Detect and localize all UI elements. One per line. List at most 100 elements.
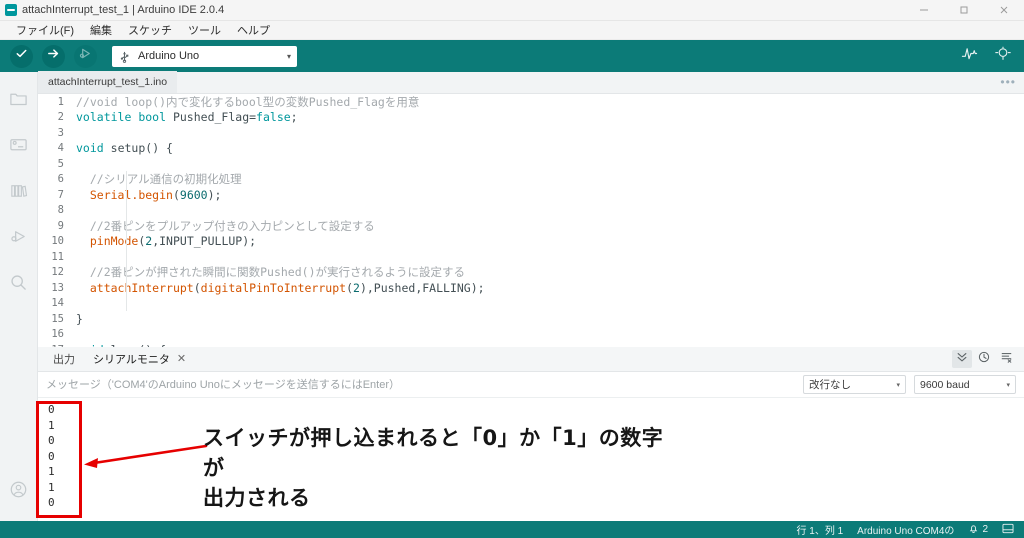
console-line: 0 bbox=[48, 449, 55, 463]
line-ending-select[interactable]: 改行なし ▾ bbox=[803, 375, 906, 394]
sidebar-item-boards-manager[interactable] bbox=[0, 124, 38, 170]
sidebar-item-search[interactable] bbox=[0, 262, 38, 308]
indent-guide bbox=[126, 171, 127, 311]
code-line: 8 bbox=[38, 203, 1024, 219]
tab-serial-monitor-label: シリアルモニタ bbox=[93, 354, 170, 366]
main-toolbar: Arduino Uno ▾ bbox=[0, 40, 1024, 72]
clear-output-button[interactable] bbox=[996, 350, 1016, 368]
code-line: 14 bbox=[38, 296, 1024, 312]
title-bar: attachInterrupt_test_1 | Arduino IDE 2.0… bbox=[0, 0, 1024, 21]
usb-icon bbox=[118, 50, 131, 63]
line-number: 14 bbox=[51, 297, 64, 310]
sidebar-item-account[interactable] bbox=[0, 469, 38, 515]
line-number: 4 bbox=[57, 142, 64, 155]
menu-help[interactable]: ヘルプ bbox=[229, 22, 278, 38]
upload-button[interactable] bbox=[42, 44, 65, 68]
panel-toggle-button[interactable] bbox=[1002, 523, 1014, 537]
serial-plotter-icon[interactable] bbox=[961, 45, 978, 67]
menu-sketch[interactable]: スケッチ bbox=[120, 22, 180, 38]
line-ending-value: 改行なし bbox=[809, 379, 851, 391]
timestamp-button[interactable] bbox=[974, 350, 994, 368]
code-line: 3 bbox=[38, 125, 1024, 141]
sketchbook-folder-icon bbox=[9, 89, 28, 113]
sidebar-item-library-manager[interactable] bbox=[0, 170, 38, 216]
notifications-button[interactable]: 2 bbox=[968, 523, 988, 537]
tab-output-label: 出力 bbox=[53, 354, 75, 366]
tab-serial-monitor[interactable]: シリアルモニタ ✕ bbox=[84, 351, 195, 367]
code-line: 5 bbox=[38, 156, 1024, 172]
menu-tools[interactable]: ツール bbox=[180, 22, 229, 38]
code-text: //void loop()内で変化するbool型の変数Pushed_Flagを用… bbox=[76, 94, 420, 109]
debug-icon bbox=[78, 46, 93, 66]
activity-bar bbox=[0, 72, 38, 521]
code-line: 7 Serial.begin(9600); bbox=[38, 187, 1024, 203]
window-controls bbox=[904, 0, 1024, 21]
line-number: 5 bbox=[57, 157, 64, 170]
arrow-right-icon bbox=[46, 46, 61, 66]
maximize-icon[interactable] bbox=[944, 0, 984, 21]
code-line: 11 bbox=[38, 249, 1024, 265]
status-bar: 行 1、列 1 Arduino Uno COM4の 2 bbox=[0, 521, 1024, 538]
line-number: 11 bbox=[51, 250, 64, 263]
clear-output-icon bbox=[1000, 350, 1013, 368]
code-line: 1 //void loop()内で変化するbool型の変数Pushed_Flagを… bbox=[38, 94, 1024, 110]
editor-area: attachInterrupt_test_1.ino ••• 1 //void l… bbox=[38, 71, 1024, 347]
autoscroll-button[interactable] bbox=[952, 350, 972, 368]
tab-output[interactable]: 出力 bbox=[44, 351, 84, 367]
line-number: 7 bbox=[57, 188, 64, 201]
debug-button[interactable] bbox=[74, 44, 97, 68]
code-text: //シリアル通信の初期化処理 bbox=[76, 172, 242, 187]
arduino-icon bbox=[5, 4, 17, 16]
console-line: 0 bbox=[48, 434, 55, 447]
serial-message-input[interactable] bbox=[46, 374, 803, 395]
serial-monitor-icon[interactable] bbox=[994, 45, 1012, 67]
minimize-icon[interactable] bbox=[904, 0, 944, 21]
code-line: 13 attachInterrupt(digitalPinToInterrupt… bbox=[38, 280, 1024, 296]
code-line: 10 pinMode(2,INPUT_PULLUP); bbox=[38, 234, 1024, 250]
sidebar-item-debug[interactable] bbox=[0, 216, 38, 262]
code-line: 9 //2番ピンをプルアップ付きの入力ピンとして設定する bbox=[38, 218, 1024, 234]
menu-edit[interactable]: 編集 bbox=[82, 22, 120, 38]
line-number: 12 bbox=[51, 266, 64, 279]
line-number: 10 bbox=[51, 235, 64, 248]
serial-message-row: 改行なし ▾ 9600 baud ▾ bbox=[38, 372, 1024, 398]
library-manager-icon bbox=[9, 181, 28, 205]
verify-button[interactable] bbox=[10, 44, 33, 68]
annotation-text: スイッチが押し込まれると「0」か「1」の数字が 出力される bbox=[203, 423, 673, 513]
code-text: attachInterrupt(digitalPinToInterrupt(2)… bbox=[89, 280, 485, 295]
line-number: 3 bbox=[57, 126, 64, 139]
chevron-down-icon: ▾ bbox=[286, 51, 291, 61]
baud-rate-select[interactable]: 9600 baud ▾ bbox=[914, 375, 1016, 394]
line-number: 16 bbox=[51, 328, 64, 341]
close-icon[interactable]: ✕ bbox=[177, 353, 186, 365]
console-line-list: 0 1 0 0 1 1 0 bbox=[48, 402, 55, 511]
code-text: volatile bool Pushed_Flag=false; bbox=[76, 110, 298, 125]
search-icon bbox=[9, 273, 28, 297]
line-number: 9 bbox=[57, 219, 64, 232]
code-editor[interactable]: 1 //void loop()内で変化するbool型の変数Pushed_Flagを… bbox=[38, 94, 1024, 347]
debug-icon bbox=[9, 227, 28, 251]
annotation-line-2: 出力される bbox=[203, 486, 311, 510]
code-text: //2番ピンをプルアップ付きの入力ピンとして設定する bbox=[76, 218, 375, 233]
editor-tab-sketch[interactable]: attachInterrupt_test_1.ino bbox=[38, 71, 178, 93]
code-text: //2番ピンが押された瞬間に関数Pushed()が実行されるように設定する bbox=[76, 265, 466, 280]
console-line: 1 bbox=[48, 465, 55, 478]
sidebar-item-sketchbook[interactable] bbox=[0, 78, 38, 124]
code-line: 12 //2番ピンが押された瞬間に関数Pushed()が実行されるように設定する bbox=[38, 265, 1024, 281]
code-lines: 1 //void loop()内で変化するbool型の変数Pushed_Flagを… bbox=[38, 94, 1024, 347]
editor-more-menu-icon[interactable]: ••• bbox=[1000, 76, 1016, 88]
code-text: } bbox=[76, 311, 83, 326]
code-line: 6 //シリアル通信の初期化処理 bbox=[38, 172, 1024, 188]
panel-tab-strip: 出力 シリアルモニタ ✕ bbox=[38, 347, 1024, 372]
console-line: 0 bbox=[48, 496, 55, 509]
close-icon[interactable] bbox=[984, 0, 1024, 21]
notification-count: 2 bbox=[982, 524, 988, 535]
code-line: 15} bbox=[38, 311, 1024, 327]
console-line: 1 bbox=[48, 480, 55, 494]
board-selector[interactable]: Arduino Uno ▾ bbox=[112, 45, 297, 67]
menu-file[interactable]: ファイル(F) bbox=[8, 22, 82, 38]
line-number: 2 bbox=[57, 111, 64, 124]
panel-layout-icon bbox=[1002, 523, 1014, 537]
console-line: 0 bbox=[48, 403, 55, 416]
code-text: Serial.begin(9600); bbox=[89, 187, 222, 202]
